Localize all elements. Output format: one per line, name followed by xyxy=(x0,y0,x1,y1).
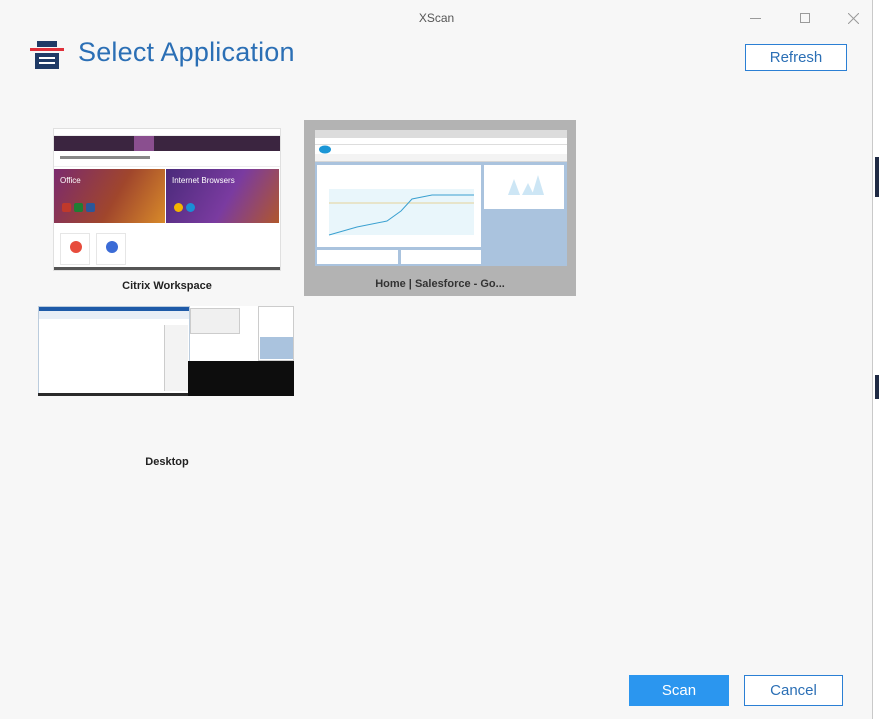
salesforce-thumbnail xyxy=(315,130,567,266)
title-bar[interactable]: XScan xyxy=(0,0,873,34)
scan-button[interactable]: Scan xyxy=(629,675,729,706)
thumbnail-office-text: Office xyxy=(60,176,81,185)
app-tile-label: Home | Salesforce - Go... xyxy=(375,278,505,290)
maximize-button[interactable] xyxy=(790,5,820,31)
refresh-button[interactable]: Refresh xyxy=(745,44,847,71)
close-button[interactable] xyxy=(838,5,868,31)
desktop-thumbnail xyxy=(38,306,294,396)
background-desktop-strip xyxy=(873,0,879,719)
maximize-icon xyxy=(800,13,810,23)
app-tile-label: Desktop xyxy=(145,456,189,468)
scan-document-icon xyxy=(30,41,64,69)
thumbnail-browsers-text: Internet Browsers xyxy=(172,176,235,185)
close-icon xyxy=(847,12,859,24)
citrix-workspace-thumbnail: Office Internet Browsers xyxy=(53,128,281,271)
app-tile-label: Citrix Workspace xyxy=(122,280,212,292)
minimize-icon xyxy=(749,17,761,19)
cancel-button[interactable]: Cancel xyxy=(744,675,843,706)
page-title: Select Application xyxy=(78,37,295,67)
xscan-window: XScan Select Application Refresh Citrix … xyxy=(0,0,873,719)
minimize-button[interactable] xyxy=(740,5,770,31)
